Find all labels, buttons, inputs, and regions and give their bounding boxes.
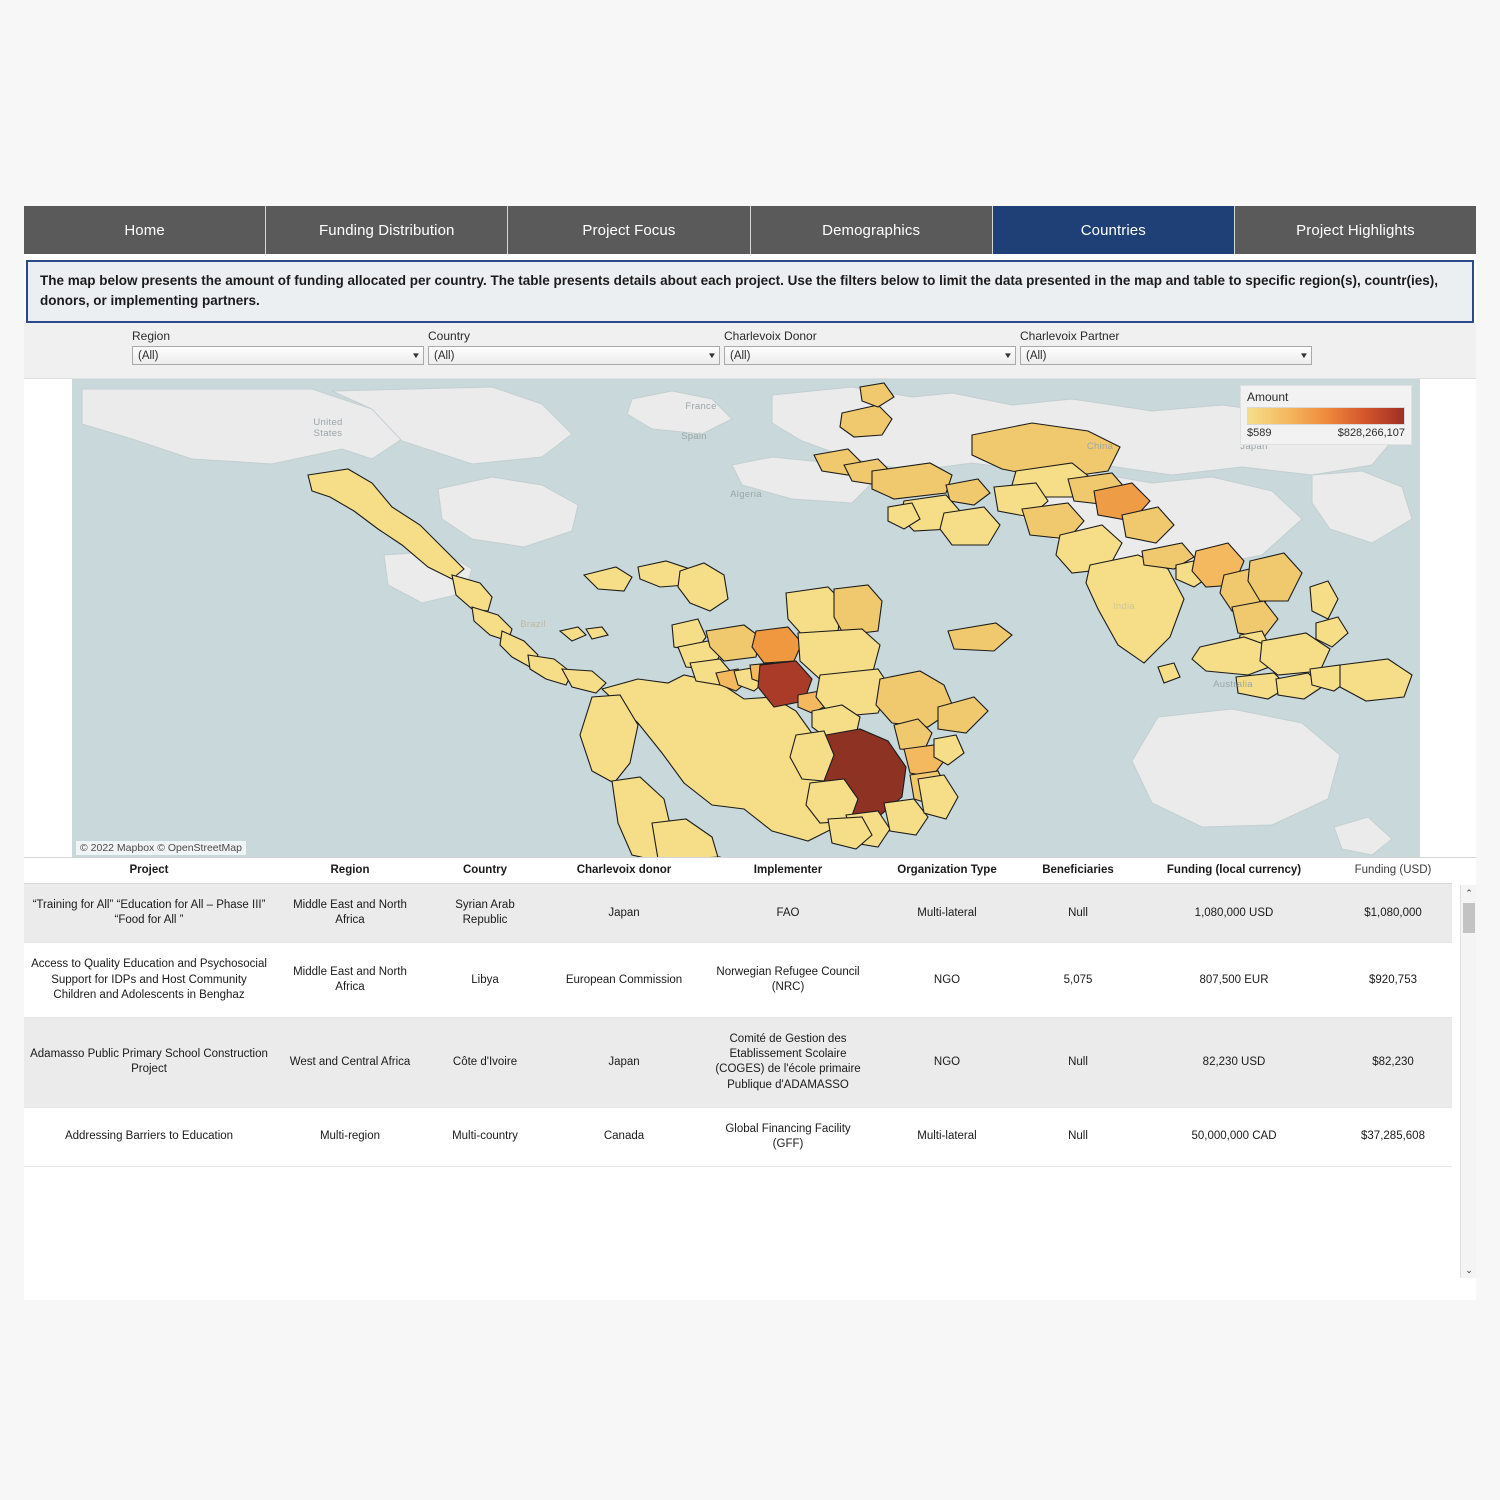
filter-value-region: (All) — [138, 349, 159, 362]
project-table: Project Region Country Charlevoix donor Impl… — [24, 858, 1452, 1168]
filter-select-country[interactable]: (All) ▼ — [428, 346, 720, 366]
cell-region: West and Central Africa — [274, 1017, 426, 1108]
tab-project-focus[interactable]: Project Focus — [508, 206, 751, 254]
cell-implementer: FAO — [704, 883, 872, 944]
cell-funding-usd: $1,080,000 — [1334, 883, 1452, 944]
column-header-region[interactable]: Region — [274, 858, 426, 885]
filter-label-country: Country — [428, 329, 471, 344]
filter-value-charlevoix-donor: (All) — [730, 349, 751, 362]
tab-funding-distribution[interactable]: Funding Distribution — [266, 206, 509, 254]
cell-funding-usd: $82,230 — [1334, 1017, 1452, 1108]
map-attribution: © 2022 Mapbox © OpenStreetMap — [76, 841, 246, 856]
cell-beneficiaries: 5,075 — [1022, 942, 1134, 1018]
cell-beneficiaries: Null — [1022, 883, 1134, 944]
column-header-implementer[interactable]: Implementer — [704, 858, 872, 885]
tab-demographics[interactable]: Demographics — [750, 206, 993, 254]
instruction-text: The map below presents the amount of fun… — [40, 273, 1438, 308]
chevron-down-icon: ▼ — [411, 350, 421, 360]
filter-value-charlevoix-partner: (All) — [1026, 349, 1047, 362]
tab-project-highlights[interactable]: Project Highlights — [1234, 206, 1477, 254]
table-row[interactable]: Access to Quality Education and Psychoso… — [24, 942, 1452, 1018]
project-table-wrapper: Project Region Country Charlevoix donor Impl… — [24, 857, 1477, 1279]
filter-charlevoix-partner: Charlevoix Partner (All) ▼ — [1020, 329, 1312, 378]
filter-bar: Region (All) ▼ Country (All) ▼ Charlevoix Dono… — [24, 323, 1476, 380]
legend-color-ramp — [1247, 407, 1405, 426]
filter-select-charlevoix-donor[interactable]: (All) ▼ — [724, 346, 1016, 366]
cell-country: Côte d'Ivoire — [426, 1017, 544, 1108]
chevron-down-icon: ▼ — [707, 350, 717, 360]
filter-country: Country (All) ▼ — [428, 329, 720, 378]
cell-org-type: Multi-lateral — [872, 1107, 1022, 1168]
scroll-down-arrow[interactable]: ⌄ — [1461, 1262, 1477, 1278]
cell-country: Multi-country — [426, 1107, 544, 1168]
column-header-organization-type[interactable]: Organization Type — [872, 858, 1022, 885]
cell-org-type: NGO — [872, 942, 1022, 1018]
cell-implementer: Comité de Gestion des Etablissement Scol… — [704, 1017, 872, 1108]
map-area: United States France Spain Algeria Brazi… — [24, 379, 1476, 858]
chevron-down-icon: ▼ — [1299, 350, 1309, 360]
filter-label-charlevoix-partner: Charlevoix Partner — [1020, 329, 1120, 344]
filter-select-region[interactable]: (All) ▼ — [132, 346, 424, 366]
tab-bar: Home Funding Distribution Project Focus Dem… — [24, 206, 1477, 254]
cell-donor: Canada — [544, 1107, 704, 1168]
tab-countries[interactable]: Countries — [992, 206, 1235, 254]
table-row[interactable]: Adamasso Public Primary School Construct… — [24, 1017, 1452, 1108]
filter-label-charlevoix-donor: Charlevoix Donor — [724, 329, 817, 344]
cell-country: Libya — [426, 942, 544, 1018]
table-row[interactable]: Addressing Barriers to Education Multi-re… — [24, 1107, 1452, 1168]
filter-label-region: Region — [132, 329, 171, 344]
cell-org-type: NGO — [872, 1017, 1022, 1108]
table-vertical-scrollbar[interactable]: ⌃ ⌄ — [1460, 885, 1477, 1279]
column-header-country[interactable]: Country — [426, 858, 544, 885]
world-map-svg[interactable] — [72, 379, 1420, 858]
table-row[interactable]: “Training for All” “Education for All – … — [24, 883, 1452, 944]
cell-funding-usd: $37,285,608 — [1334, 1107, 1452, 1168]
cell-region: Multi-region — [274, 1107, 426, 1168]
table-header-row: Project Region Country Charlevoix donor Impl… — [24, 858, 1452, 885]
filter-region: Region (All) ▼ — [132, 329, 424, 378]
legend-max-label: $828,266,107 — [1337, 427, 1405, 440]
chevron-down-icon: ▼ — [1003, 350, 1013, 360]
legend-title: Amount — [1247, 390, 1289, 405]
filter-value-country: (All) — [434, 349, 455, 362]
scroll-up-arrow[interactable]: ⌃ — [1461, 885, 1477, 901]
cell-country: Syrian Arab Republic — [426, 883, 544, 944]
column-header-funding-usd[interactable]: Funding (USD) — [1334, 858, 1452, 885]
cell-project: Addressing Barriers to Education — [24, 1107, 274, 1168]
tab-home[interactable]: Home — [24, 206, 267, 254]
cell-implementer: Norwegian Refugee Council (NRC) — [704, 942, 872, 1018]
choropleth-map[interactable]: United States France Spain Algeria Brazi… — [72, 379, 1420, 858]
cell-donor: Japan — [544, 883, 704, 944]
cell-project: “Training for All” “Education for All – … — [24, 883, 274, 944]
map-legend: Amount $589 $828,266,107 — [1240, 385, 1412, 446]
cell-donor: European Commission — [544, 942, 704, 1018]
filter-charlevoix-donor: Charlevoix Donor (All) ▼ — [724, 329, 1016, 378]
column-header-project[interactable]: Project — [24, 858, 274, 885]
cell-project: Access to Quality Education and Psychoso… — [24, 942, 274, 1018]
column-header-funding-local-currency[interactable]: Funding (local currency) — [1134, 858, 1334, 885]
column-header-beneficiaries[interactable]: Beneficiaries — [1022, 858, 1134, 885]
scroll-thumb[interactable] — [1463, 903, 1475, 934]
cell-region: Middle East and North Africa — [274, 883, 426, 944]
legend-ticks: $589 $828,266,107 — [1247, 427, 1405, 439]
cell-org-type: Multi-lateral — [872, 883, 1022, 944]
cell-implementer: Global Financing Facility (GFF) — [704, 1107, 872, 1168]
dashboard-root: Home Funding Distribution Project Focus Dem… — [24, 206, 1477, 1300]
cell-funding-local: 50,000,000 CAD — [1134, 1107, 1334, 1168]
legend-min-label: $589 — [1247, 427, 1272, 440]
cell-region: Middle East and North Africa — [274, 942, 426, 1018]
cell-beneficiaries: Null — [1022, 1107, 1134, 1168]
cell-funding-local: 82,230 USD — [1134, 1017, 1334, 1108]
cell-donor: Japan — [544, 1017, 704, 1108]
column-header-charlevoix-donor[interactable]: Charlevoix donor — [544, 858, 704, 885]
table-body: “Training for All” “Education for All – … — [24, 883, 1452, 1168]
instruction-banner: The map below presents the amount of fun… — [26, 260, 1474, 324]
cell-project: Adamasso Public Primary School Construct… — [24, 1017, 274, 1108]
cell-funding-local: 1,080,000 USD — [1134, 883, 1334, 944]
cell-funding-usd: $920,753 — [1334, 942, 1452, 1018]
cell-beneficiaries: Null — [1022, 1017, 1134, 1108]
filter-select-charlevoix-partner[interactable]: (All) ▼ — [1020, 346, 1312, 366]
cell-funding-local: 807,500 EUR — [1134, 942, 1334, 1018]
